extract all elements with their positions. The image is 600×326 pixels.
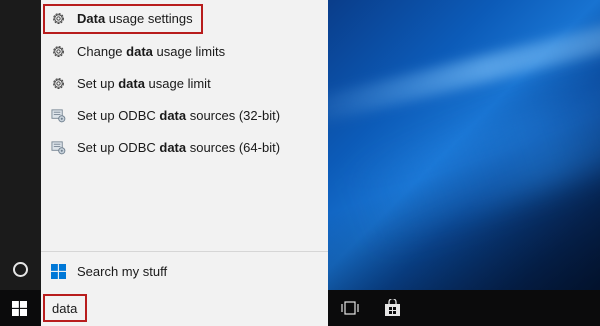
windows-logo-icon	[51, 264, 66, 279]
odbc-icon	[51, 109, 66, 123]
result-data-usage-settings[interactable]: Data usage settings	[41, 2, 328, 34]
search-input[interactable]	[43, 294, 87, 322]
task-view-icon[interactable]	[341, 301, 359, 315]
taskbar	[0, 290, 600, 326]
windows-start-icon[interactable]	[12, 301, 27, 316]
divider	[41, 251, 328, 252]
desktop-wallpaper	[290, 0, 600, 290]
result-label: Set up ODBC data sources (64-bit)	[77, 140, 281, 155]
gear-icon	[53, 46, 64, 57]
store-icon[interactable]	[384, 299, 401, 317]
result-change-data-usage-limits[interactable]: Change data usage limits	[41, 35, 328, 67]
result-odbc-64bit[interactable]: Set up ODBC data sources (64-bit)	[41, 131, 328, 163]
search-results-panel: Data usage settings Change data usage li…	[41, 0, 328, 290]
cortana-icon[interactable]	[13, 262, 28, 277]
odbc-icon	[51, 141, 66, 155]
start-menu-rail	[0, 0, 41, 290]
taskbar-search-box	[41, 290, 328, 326]
gear-icon	[53, 78, 64, 89]
result-odbc-32bit[interactable]: Set up ODBC data sources (32-bit)	[41, 99, 328, 131]
result-label: Set up data usage limit	[77, 76, 211, 91]
result-label: Set up ODBC data sources (32-bit)	[77, 108, 281, 123]
highlight-box	[43, 4, 203, 34]
search-my-stuff-label: Search my stuff	[77, 264, 168, 279]
search-my-stuff-button[interactable]: Search my stuff	[41, 255, 328, 287]
result-label: Change data usage limits	[77, 44, 226, 59]
result-set-up-data-usage-limit[interactable]: Set up data usage limit	[41, 67, 328, 99]
